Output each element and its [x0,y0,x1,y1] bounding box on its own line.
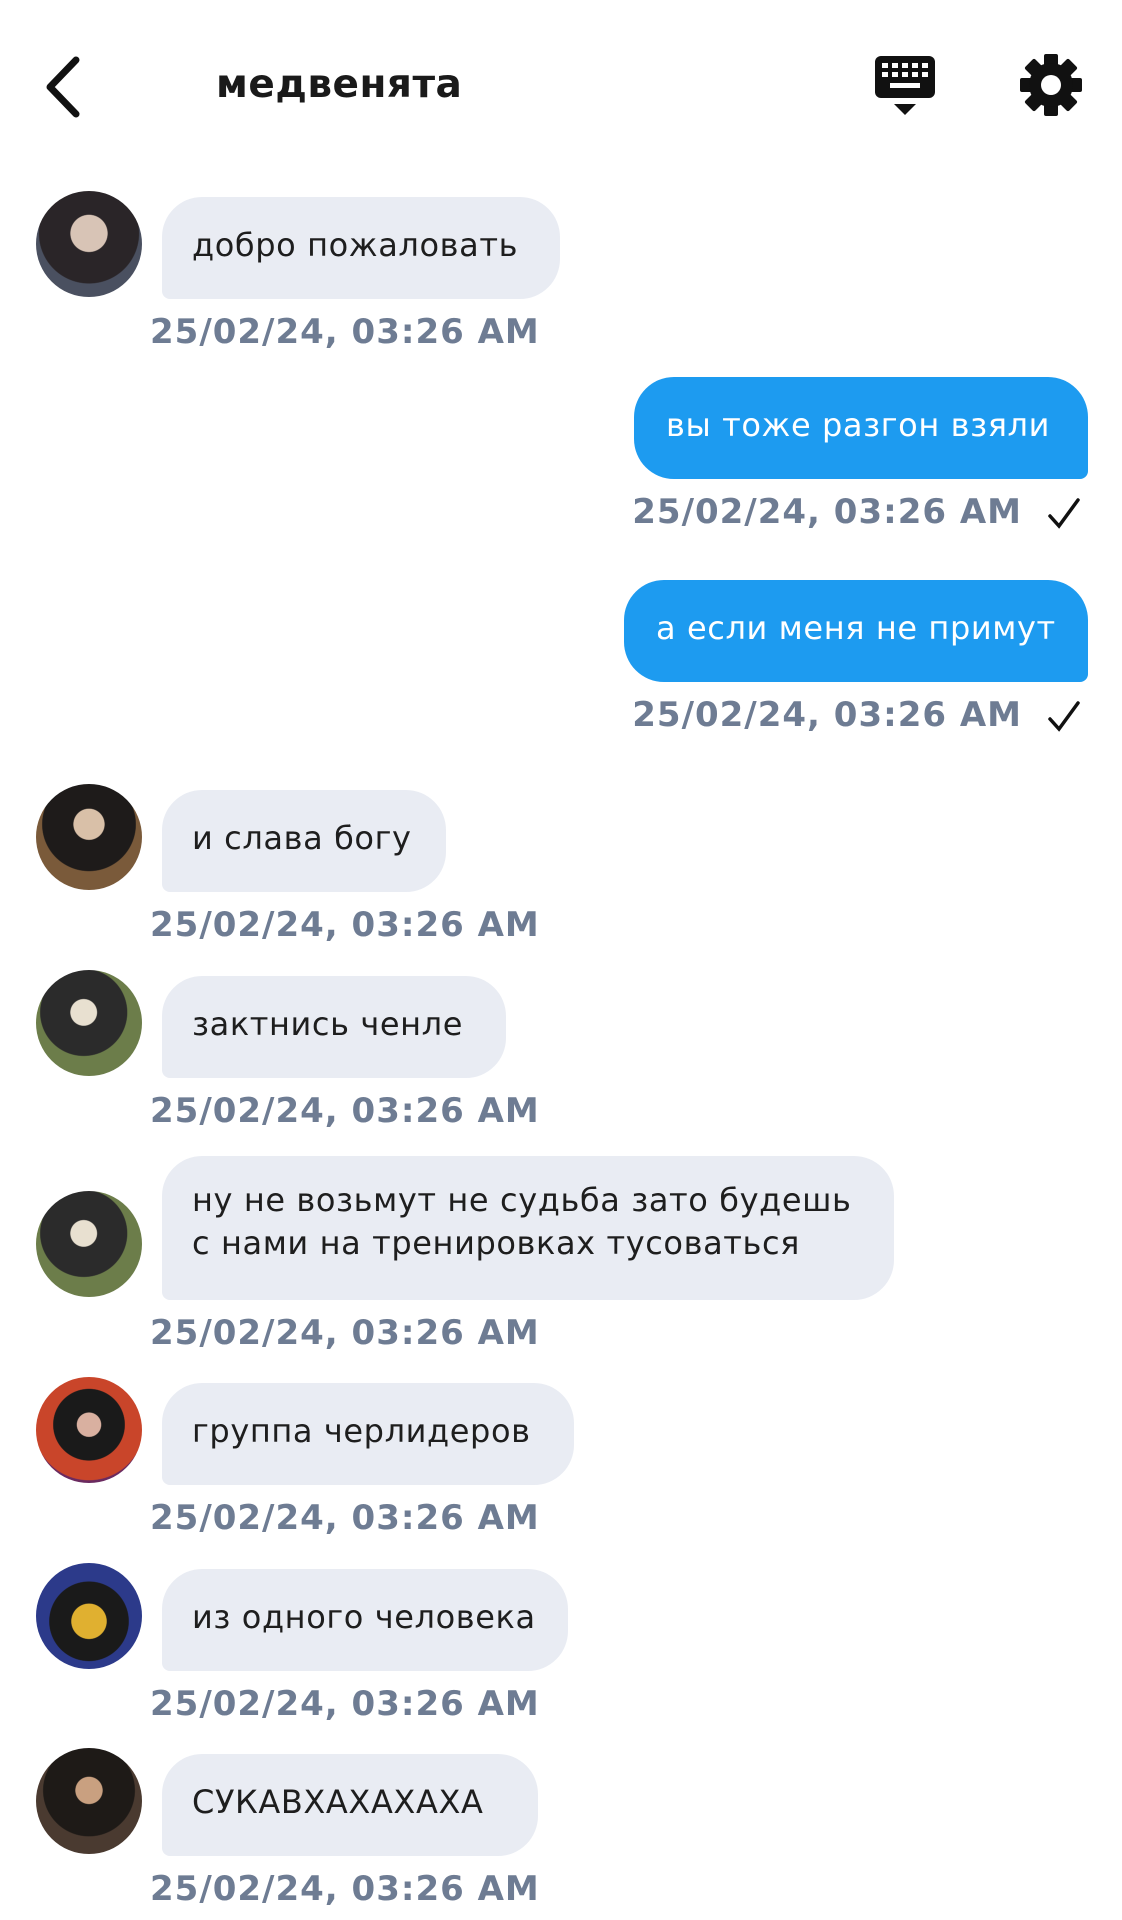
message-timestamp: 25/02/24, 03:26 AM [150,905,540,945]
message-timestamp: 25/02/24, 03:26 AM [150,1684,540,1724]
avatar[interactable] [36,1748,142,1854]
message-bubble[interactable]: и слава богу [162,790,446,892]
message-bubble[interactable]: а если меня не примут [624,580,1088,682]
message-bubble[interactable]: СУКАВХАХАХАХА [162,1754,538,1856]
message-bubble[interactable]: добро пожаловать [162,197,560,299]
message-bubble[interactable]: группа черлидеров [162,1383,574,1485]
message-timestamp: 25/02/24, 03:26 AM [632,492,1022,532]
message-timestamp: 25/02/24, 03:26 AM [150,1091,540,1131]
avatar[interactable] [36,191,142,297]
message-list[interactable]: добро пожаловать 25/02/24, 03:26 AM вы т… [0,0,1122,1920]
avatar[interactable] [36,1191,142,1297]
message-timestamp: 25/02/24, 03:26 AM [150,312,540,352]
message-text-line: с нами на тренировках тусоваться [192,1224,801,1262]
message-timestamp: 25/02/24, 03:26 AM [632,695,1022,735]
message-timestamp: 25/02/24, 03:26 AM [150,1869,540,1909]
avatar[interactable] [36,970,142,1076]
message-bubble[interactable]: зактнись ченле [162,976,506,1078]
message-text-line: ну не возьмут не судьба зато будешь [192,1181,852,1219]
checkmark-icon [1048,701,1080,732]
avatar[interactable] [36,1563,142,1669]
checkmark-icon [1048,498,1080,529]
message-bubble[interactable]: вы тоже разгон взяли [634,377,1088,479]
message-timestamp: 25/02/24, 03:26 AM [150,1313,540,1353]
avatar[interactable] [36,1377,142,1483]
message-bubble[interactable]: ну не возьмут не судьба зато будешь с на… [162,1156,894,1300]
message-timestamp: 25/02/24, 03:26 AM [150,1498,540,1538]
message-bubble[interactable]: из одного человека [162,1569,568,1671]
avatar[interactable] [36,784,142,890]
